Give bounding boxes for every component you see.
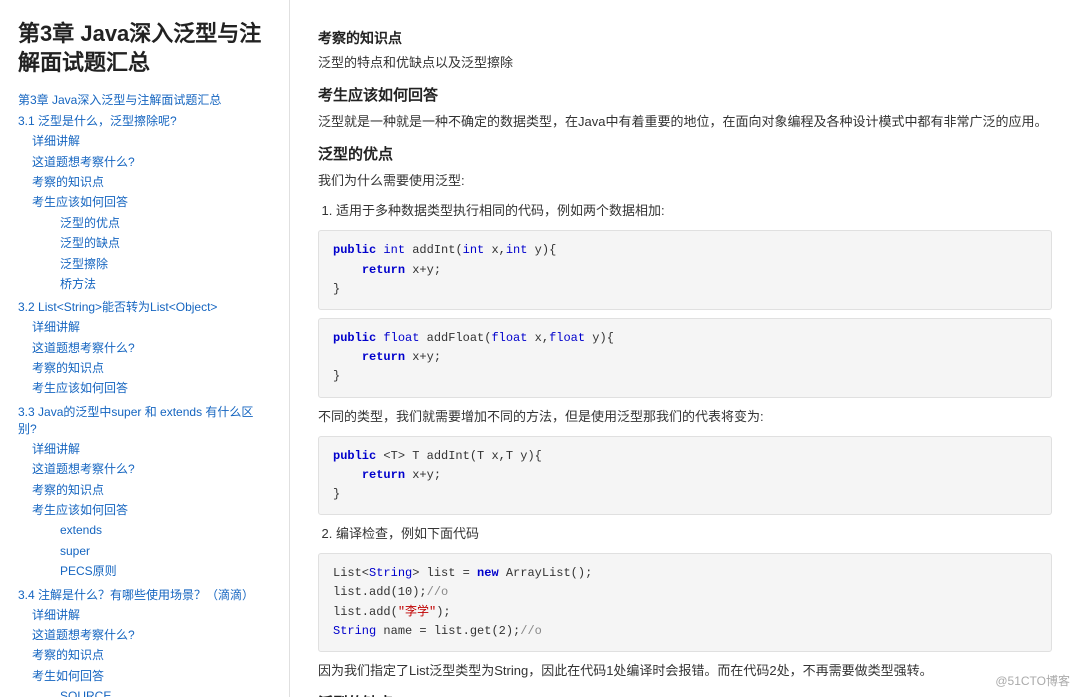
toc-link-3-2-consider[interactable]: 这道题想考察什么? xyxy=(32,338,271,358)
toc-link-3-3[interactable]: 3.3 Java的泛型中super 和 extends 有什么区别? xyxy=(18,403,271,437)
toc-link-3-3-detail[interactable]: 详细讲解 xyxy=(32,439,271,459)
toc-link-3-3-super[interactable]: super xyxy=(60,541,271,561)
toc-sub2-3-3: extends super PECS原则 xyxy=(32,520,271,581)
toc-top-link[interactable]: 第3章 Java深入泛型与注解面试题汇总 xyxy=(18,91,271,108)
toc-container: 第3章 Java深入泛型与注解面试题汇总 3.1 泛型是什么，泛型擦除呢? 详细… xyxy=(18,91,271,697)
toc-link-3-2-knowledge[interactable]: 考察的知识点 xyxy=(32,358,271,378)
toc-link-3-1-answer[interactable]: 考生应该如何回答 xyxy=(32,192,271,212)
left-panel: 第3章 Java深入泛型与注解面试题汇总 第3章 Java深入泛型与注解面试题汇… xyxy=(0,0,290,697)
toc-section-3-4: 3.4 注解是什么？有哪些使用场景？（滴滴） 详细讲解 这道题想考察什么? 考察… xyxy=(18,586,271,697)
toc-link-3-1-bridge[interactable]: 桥方法 xyxy=(60,274,271,294)
advantages-list-2: 编译检查，例如下面代码 xyxy=(318,523,1052,545)
toc-link-3-3-extends[interactable]: extends xyxy=(60,520,271,540)
advantages-heading: 泛型的优点 xyxy=(318,143,1052,164)
toc-section-3-1: 3.1 泛型是什么，泛型擦除呢? 详细讲解 这道题想考察什么? 考察的知识点 考… xyxy=(18,112,271,294)
toc-section-3-3: 3.3 Java的泛型中super 和 extends 有什么区别? 详细讲解 … xyxy=(18,403,271,582)
toc-link-3-1-erasure[interactable]: 泛型擦除 xyxy=(60,254,271,274)
knowledge-heading: 考察的知识点 xyxy=(318,28,1052,48)
toc-sub-3-2: 详细讲解 这道题想考察什么? 考察的知识点 考生应该如何回答 xyxy=(18,317,271,399)
toc-link-3-1-knowledge[interactable]: 考察的知识点 xyxy=(32,172,271,192)
toc-sub2-3-1: 泛型的优点 泛型的缺点 泛型擦除 桥方法 xyxy=(32,213,271,295)
code-block-addfloat: public float addFloat(float x,float y){ … xyxy=(318,318,1052,398)
watermark: @51CTO博客 xyxy=(995,672,1070,689)
answer-heading: 考生应该如何回答 xyxy=(318,84,1052,105)
toc-link-3-3-answer[interactable]: 考生应该如何回答 xyxy=(32,500,271,520)
main-title: 第3章 Java深入泛型与注解面试题汇总 xyxy=(18,20,271,77)
toc-link-3-3-pecs[interactable]: PECS原则 xyxy=(60,561,271,581)
toc-sub-3-1: 详细讲解 这道题想考察什么? 考察的知识点 考生应该如何回答 泛型的优点 泛型的… xyxy=(18,131,271,294)
toc-link-3-2-detail[interactable]: 详细讲解 xyxy=(32,317,271,337)
compile-check-text: 因为我们指定了List泛型类型为String，因此在代码1处编译时会报错。而在代… xyxy=(318,660,1052,682)
toc-link-3-3-knowledge[interactable]: 考察的知识点 xyxy=(32,480,271,500)
toc-link-3-4-knowledge[interactable]: 考察的知识点 xyxy=(32,645,271,665)
toc-link-3-1-disadv[interactable]: 泛型的缺点 xyxy=(60,233,271,253)
advantage-item-1: 适用于多种数据类型执行相同的代码，例如两个数据相加: xyxy=(336,200,1052,222)
toc-link-3-4-consider[interactable]: 这道题想考察什么? xyxy=(32,625,271,645)
toc-sub-3-4: 详细讲解 这道题想考察什么? 考察的知识点 考生如何回答 SOURCE Lint… xyxy=(18,605,271,697)
toc-link-3-1[interactable]: 3.1 泛型是什么，泛型擦除呢? xyxy=(18,112,271,129)
toc-link-3-2[interactable]: 3.2 List<String>能否转为List<Object> xyxy=(18,298,271,315)
toc-section-3-2: 3.2 List<String>能否转为List<Object> 详细讲解 这道… xyxy=(18,298,271,399)
code-block-generic-add: public <T> T addInt(T x,T y){ return x+y… xyxy=(318,436,1052,516)
toc-link-3-1-detail[interactable]: 详细讲解 xyxy=(32,131,271,151)
advantages-list: 适用于多种数据类型执行相同的代码，例如两个数据相加: xyxy=(318,200,1052,222)
toc-link-3-3-consider[interactable]: 这道题想考察什么? xyxy=(32,459,271,479)
advantages-intro: 我们为什么需要使用泛型: xyxy=(318,170,1052,192)
code-block-addint: public int addInt(int x,int y){ return x… xyxy=(318,230,1052,310)
disadvantages-heading: 泛型的缺点 xyxy=(318,692,1052,697)
toc-link-3-4-source[interactable]: SOURCE xyxy=(60,686,271,697)
answer-body: 泛型就是一种就是一种不确定的数据类型，在Java中有着重要的地位，在面向对象编程… xyxy=(318,111,1052,133)
knowledge-body: 泛型的特点和优缺点以及泛型擦除 xyxy=(318,52,1052,74)
toc-sub-3-3: 详细讲解 这道题想考察什么? 考察的知识点 考生应该如何回答 extends s… xyxy=(18,439,271,582)
toc-link-3-1-consider[interactable]: 这道题想考察什么? xyxy=(32,152,271,172)
toc-link-3-4-answer[interactable]: 考生如何回答 xyxy=(32,666,271,686)
transform-text: 不同的类型，我们就需要增加不同的方法，但是使用泛型那我们的代表将变为: xyxy=(318,406,1052,428)
code-block-list: List<String> list = new ArrayList(); lis… xyxy=(318,553,1052,652)
toc-link-3-2-answer[interactable]: 考生应该如何回答 xyxy=(32,378,271,398)
toc-link-3-4-detail[interactable]: 详细讲解 xyxy=(32,605,271,625)
toc-link-3-4[interactable]: 3.4 注解是什么？有哪些使用场景？（滴滴） xyxy=(18,586,271,603)
advantage-item-2: 编译检查，例如下面代码 xyxy=(336,523,1052,545)
toc-link-3-1-adv[interactable]: 泛型的优点 xyxy=(60,213,271,233)
right-panel: 考察的知识点 泛型的特点和优缺点以及泛型擦除 考生应该如何回答 泛型就是一种就是… xyxy=(290,0,1080,697)
toc-sub2-3-4: SOURCE Lint APT注解处理器 CLASS RUNTIME xyxy=(32,686,271,697)
